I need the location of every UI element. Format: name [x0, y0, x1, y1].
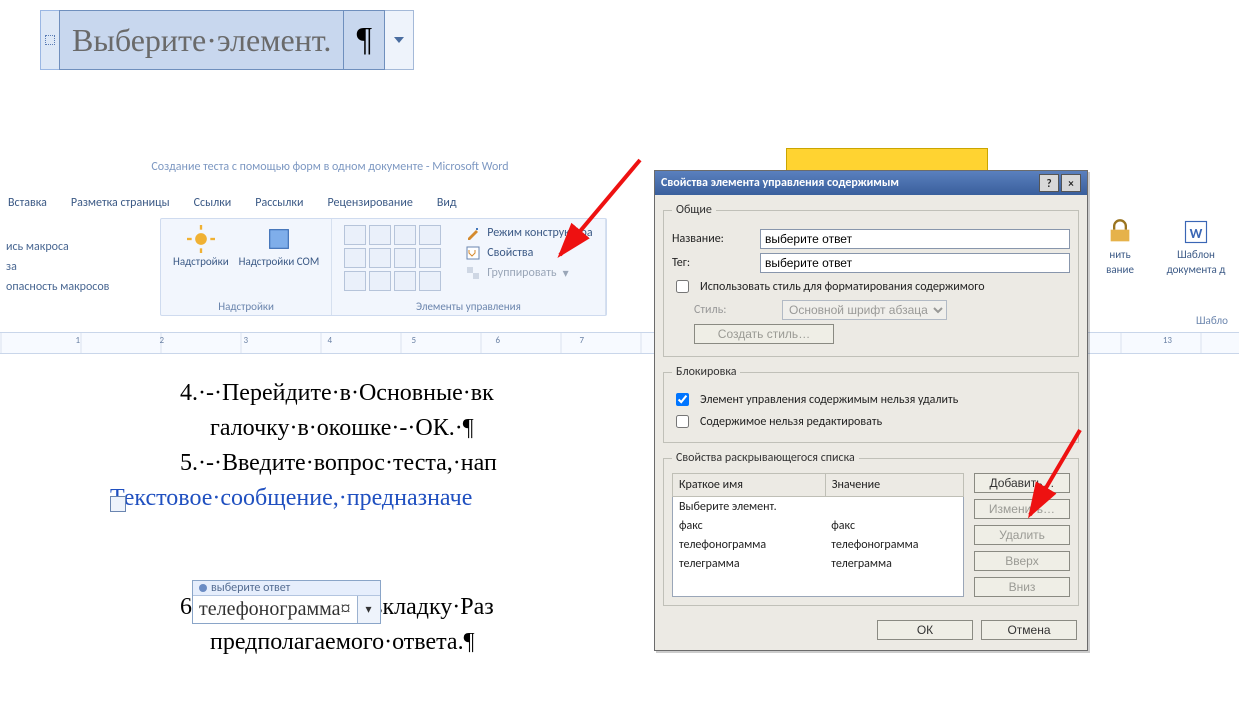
- dropdown-arrow[interactable]: [385, 10, 414, 70]
- new-style-button: Создать стиль…: [694, 324, 834, 344]
- down-button: Вниз: [974, 577, 1070, 597]
- ribbon-right-fragment: нить вание W Шаблон документа д: [1084, 218, 1232, 314]
- group-label: Группировать: [487, 266, 556, 280]
- design-mode-label: Режим конструктора: [487, 226, 592, 240]
- edit-button: Изменить…: [974, 499, 1070, 519]
- addins-button[interactable]: Надстройки: [173, 225, 229, 268]
- ok-button[interactable]: ОК: [877, 620, 973, 640]
- section-general-label: Общие: [672, 203, 716, 217]
- lock-edit-label: Содержимое нельзя редактировать: [700, 415, 882, 429]
- col-value[interactable]: Значение: [825, 474, 963, 497]
- template-button[interactable]: W Шаблон документа д: [1160, 218, 1232, 314]
- tab-view[interactable]: Вид: [437, 196, 457, 210]
- content-control-properties-dialog: Свойства элемента управления содержимым …: [654, 170, 1088, 651]
- group-addins: Надстройки Надстройки COM Надстройки: [161, 219, 332, 315]
- anchor-icon: [110, 496, 126, 512]
- delete-button: Удалить: [974, 525, 1070, 545]
- help-button[interactable]: ?: [1039, 174, 1059, 192]
- tag-input[interactable]: [760, 253, 1070, 273]
- protect-icon: [1106, 218, 1134, 246]
- tab-insert[interactable]: Вставка: [8, 196, 47, 210]
- lock-delete-label: Элемент управления содержимым нельзя уда…: [700, 393, 958, 407]
- macro-record-fragment[interactable]: ись макроса: [6, 240, 109, 254]
- drag-handle[interactable]: [40, 10, 59, 70]
- pilcrow-icon: ¶: [344, 10, 385, 70]
- tab-mailings[interactable]: Рассылки: [255, 196, 303, 210]
- group-addins-label: Надстройки: [218, 298, 274, 313]
- style-select: Основной шрифт абзаца: [782, 300, 947, 320]
- properties-label: Свойства: [487, 246, 533, 260]
- word-doc-icon: W: [1182, 218, 1210, 246]
- section-general: Общие Название: Тег: Использовать стиль …: [663, 203, 1079, 357]
- up-button: Вверх: [974, 551, 1070, 571]
- macro-security-fragment[interactable]: опасность макросов: [6, 280, 109, 294]
- tab-page-layout[interactable]: Разметка страницы: [71, 196, 170, 210]
- properties-button[interactable]: Свойства: [465, 245, 592, 261]
- col-name[interactable]: Краткое имя: [673, 474, 826, 497]
- section-list: Свойства раскрывающегося списка Краткое …: [663, 451, 1079, 606]
- section-lock: Блокировка Элемент управления содержимым…: [663, 365, 1079, 443]
- group-button: Группировать ▾: [465, 265, 592, 281]
- tab-references[interactable]: Ссылки: [194, 196, 232, 210]
- dropdown-arrow[interactable]: ▾: [357, 596, 380, 623]
- placeholder-text[interactable]: Выберите·элемент.: [59, 10, 344, 70]
- tab-review[interactable]: Рецензирование: [327, 196, 412, 210]
- close-button[interactable]: ×: [1061, 174, 1081, 192]
- control-value[interactable]: телефонограмма¤: [193, 596, 357, 623]
- table-row[interactable]: Выберите элемент.: [673, 496, 964, 516]
- section-list-label: Свойства раскрывающегося списка: [672, 451, 859, 465]
- name-label: Название:: [672, 232, 750, 246]
- group-controls-label: Элементы управления: [416, 298, 521, 313]
- addins-label: Надстройки: [173, 255, 229, 268]
- use-style-checkbox[interactable]: [676, 280, 689, 293]
- table-row[interactable]: телефонограммателефонограмма: [673, 535, 964, 554]
- group-templates-label: Шабло: [1196, 314, 1228, 327]
- dialog-titlebar[interactable]: Свойства элемента управления содержимым …: [655, 171, 1087, 195]
- use-style-label: Использовать стиль для форматирования со…: [700, 280, 985, 294]
- ribbon-tabs: Вставка Разметка страницы Ссылки Рассылк…: [0, 196, 457, 210]
- com-addins-label: Надстройки COM: [239, 255, 320, 268]
- name-input[interactable]: [760, 229, 1070, 249]
- table-row[interactable]: факсфакс: [673, 516, 964, 535]
- tag-label: Тег:: [672, 256, 750, 270]
- table-row[interactable]: телеграммателеграмма: [673, 555, 964, 574]
- ribbon: Надстройки Надстройки COM Надстройки Ре: [160, 218, 607, 316]
- content-control-preview: Выберите·элемент. ¶: [40, 10, 414, 70]
- cancel-button[interactable]: Отмена: [981, 620, 1077, 640]
- window-title: Создание теста с помощью форм в одном до…: [0, 160, 660, 174]
- protect-button-fragment[interactable]: нить вание: [1084, 218, 1156, 314]
- macro-pause-fragment[interactable]: за: [6, 260, 109, 274]
- com-addins-icon: [265, 225, 293, 253]
- control-tag[interactable]: выберите ответ: [193, 581, 380, 596]
- left-ribbon-fragment: ись макроса за опасность макросов: [0, 240, 109, 294]
- chevron-down-icon: ▾: [563, 266, 569, 281]
- com-addins-button[interactable]: Надстройки COM: [239, 225, 320, 268]
- list-items-table[interactable]: Краткое имяЗначение Выберите элемент. фа…: [672, 473, 964, 597]
- design-mode-button[interactable]: Режим конструктора: [465, 225, 592, 241]
- control-tag-icon: [199, 584, 207, 592]
- controls-gallery[interactable]: [344, 225, 441, 291]
- style-label: Стиль:: [694, 303, 772, 317]
- svg-text:W: W: [1190, 225, 1203, 242]
- gear-icon: [187, 225, 215, 253]
- section-lock-label: Блокировка: [672, 365, 740, 379]
- add-button[interactable]: Добавить…: [974, 473, 1070, 493]
- properties-icon: [465, 245, 481, 261]
- group-icon: [465, 265, 481, 281]
- answer-content-control[interactable]: выберите ответ телефонограмма¤ ▾: [192, 580, 381, 624]
- lock-edit-checkbox[interactable]: [676, 415, 689, 428]
- lock-delete-checkbox[interactable]: [676, 393, 689, 406]
- group-controls: Режим конструктора Свойства Группировать…: [332, 219, 605, 315]
- dialog-title: Свойства элемента управления содержимым: [661, 176, 899, 190]
- design-mode-icon: [465, 225, 481, 241]
